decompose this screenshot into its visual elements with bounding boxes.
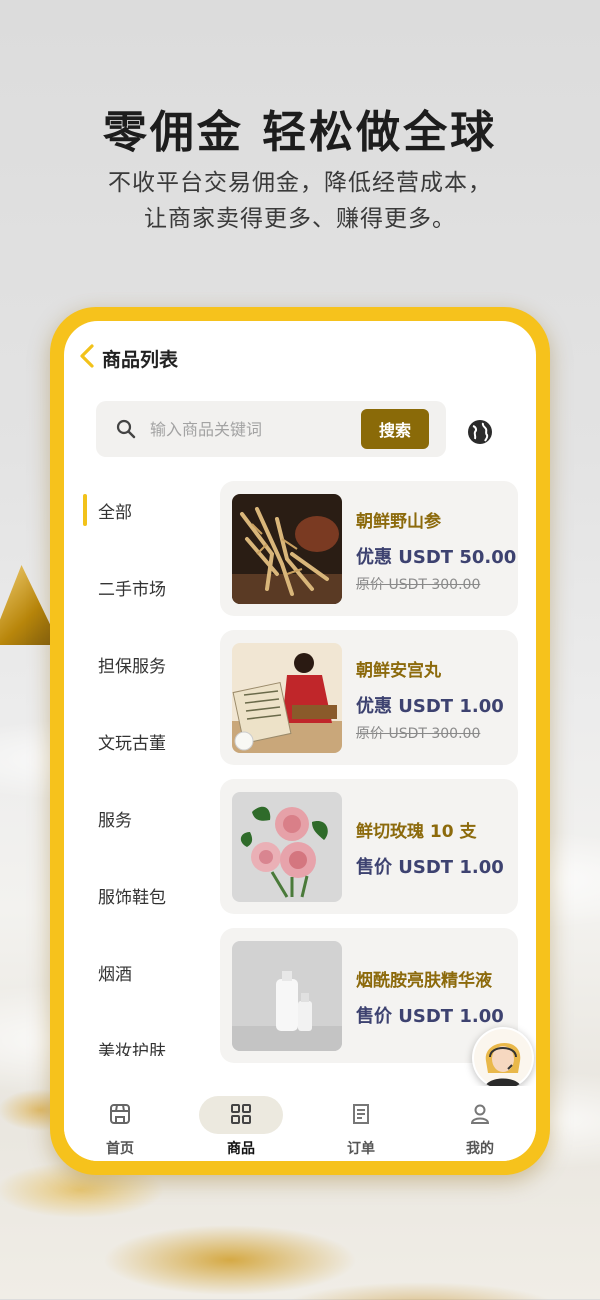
product-card[interactable]: 鲜切玫瑰 10 支 售价 USDT 1.00 [220, 779, 518, 914]
category-label: 全部 [98, 503, 132, 523]
product-name: 鲜切玫瑰 10 支 [356, 822, 477, 842]
category-label: 服务 [98, 811, 132, 831]
nav-orders[interactable]: 订单 [321, 1096, 401, 1157]
category-label: 烟酒 [98, 965, 132, 985]
category-item-guarantee[interactable]: 担保服务 [64, 643, 214, 683]
product-card[interactable]: 朝鲜野山参 优惠 USDT 50.00 原价 USDT 300.00 [220, 481, 518, 616]
roses-image [232, 792, 342, 902]
angong-pill-image [232, 643, 342, 753]
search-button[interactable]: 搜索 [361, 409, 429, 449]
globe-icon[interactable] [466, 418, 494, 446]
top-bar: 商品列表 [64, 321, 536, 391]
user-icon [468, 1102, 492, 1126]
search-bar: 搜索 [96, 401, 446, 457]
product-name: 烟酰胺亮肤精华液 [356, 971, 492, 991]
category-item-services[interactable]: 服务 [64, 797, 214, 837]
category-item-tobacco-alcohol[interactable]: 烟酒 [64, 951, 214, 991]
phone-frame: 商品列表 搜索 全部 二手市场 担保服务 文玩古董 服务 服饰鞋包 烟酒 美妆护… [50, 307, 550, 1175]
nav-home[interactable]: 首页 [80, 1096, 160, 1157]
category-label: 文玩古董 [98, 734, 166, 754]
category-item-all[interactable]: 全部 [64, 489, 214, 529]
nav-profile[interactable]: 我的 [440, 1096, 520, 1157]
product-price: 售价 USDT 1.00 [356, 857, 504, 878]
order-icon [349, 1102, 373, 1126]
promo-subline-2: 让商家卖得更多、赚得更多。 [144, 206, 456, 232]
product-price: 售价 USDT 1.00 [356, 1006, 504, 1027]
nav-label: 我的 [466, 1141, 494, 1157]
category-label: 美妆护肤 [98, 1042, 166, 1056]
product-card[interactable]: 烟酰胺亮肤精华液 售价 USDT 1.00 [220, 928, 518, 1063]
back-chevron-icon[interactable] [76, 343, 100, 369]
nav-label: 首页 [106, 1141, 134, 1157]
bottom-navigation: 首页 商品 订单 我的 [64, 1086, 536, 1161]
search-input[interactable] [150, 415, 350, 443]
serum-bottles-image [232, 941, 342, 1051]
product-name: 朝鲜野山参 [356, 512, 441, 532]
product-card[interactable]: 朝鲜安宫丸 优惠 USDT 1.00 原价 USDT 300.00 [220, 630, 518, 765]
category-label: 担保服务 [98, 657, 166, 677]
promo-headline: 零佣金 轻松做全球 [102, 107, 498, 158]
category-item-second-hand[interactable]: 二手市场 [64, 566, 214, 606]
category-item-beauty[interactable]: 美妆护肤 [64, 1028, 214, 1056]
nav-label: 订单 [347, 1141, 375, 1157]
product-original-price: 原价 USDT 300.00 [356, 577, 481, 593]
product-name: 朝鲜安宫丸 [356, 661, 441, 681]
nav-products[interactable]: 商品 [199, 1096, 283, 1157]
category-item-apparel[interactable]: 服饰鞋包 [64, 874, 214, 914]
product-price: 优惠 USDT 50.00 [356, 547, 517, 568]
product-original-price: 原价 USDT 300.00 [356, 726, 481, 742]
page-title: 商品列表 [102, 349, 179, 371]
app-screen: 商品列表 搜索 全部 二手市场 担保服务 文玩古董 服务 服饰鞋包 烟酒 美妆护… [64, 321, 536, 1161]
ginseng-image [232, 494, 342, 604]
category-label: 服饰鞋包 [98, 888, 166, 908]
promo-subline-1: 不收平台交易佣金，降低经营成本， [108, 170, 492, 196]
category-label: 二手市场 [98, 580, 166, 600]
grid-icon [229, 1102, 253, 1126]
category-item-antiques[interactable]: 文玩古董 [64, 720, 214, 760]
customer-service-avatar[interactable] [472, 1027, 534, 1089]
nav-label: 商品 [227, 1141, 255, 1157]
store-icon [108, 1102, 132, 1126]
search-icon [116, 419, 136, 439]
category-list: 全部 二手市场 担保服务 文玩古董 服务 服饰鞋包 烟酒 美妆护肤 [64, 481, 214, 1056]
product-price: 优惠 USDT 1.00 [356, 696, 504, 717]
